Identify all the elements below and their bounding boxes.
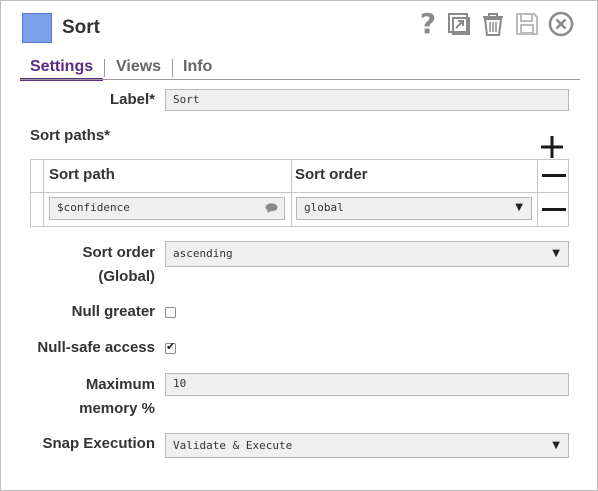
export-icon[interactable] (446, 11, 472, 37)
table-divider (31, 192, 568, 193)
chevron-down-icon: ▼ (552, 440, 560, 451)
null-safe-access-label: Null-safe access (37, 339, 155, 356)
sort-order-global-value: ascending (173, 247, 233, 260)
max-memory-label-line2: memory % (79, 400, 155, 417)
sort-order-global-label-line2: (Global) (98, 268, 155, 285)
sort-path-input[interactable]: $confidence (49, 197, 285, 220)
null-greater-label: Null greater (71, 303, 155, 320)
table-divider (537, 160, 538, 226)
sort-paths-table: Sort path Sort order $confidence global … (30, 159, 569, 227)
column-header-sort-path: Sort path (49, 166, 115, 183)
null-greater-checkbox[interactable] (165, 307, 176, 318)
label-field-label: Label* (109, 91, 155, 108)
tab-info[interactable]: Info (173, 56, 222, 78)
checkmark-icon: ✔ (166, 340, 176, 353)
snap-execution-value: Validate & Execute (173, 439, 293, 452)
dialog-title: Sort (62, 17, 100, 38)
sort-order-global-select[interactable]: ascending ▼ (165, 241, 569, 267)
sort-path-value: $confidence (57, 201, 130, 214)
chevron-down-icon: ▼ (515, 202, 523, 213)
null-safe-access-checkbox[interactable]: ✔ (165, 340, 176, 354)
snap-type-icon (22, 13, 52, 43)
sort-order-global-label: Sort order (Global) (21, 241, 155, 289)
label-input[interactable]: Sort (165, 89, 569, 111)
max-memory-input[interactable]: 10 (165, 373, 569, 396)
sort-order-global-label-line1: Sort order (82, 244, 155, 261)
tab-settings[interactable]: Settings (20, 56, 104, 81)
sort-order-value: global (304, 201, 344, 214)
column-header-sort-order: Sort order (295, 166, 368, 183)
help-icon[interactable]: ? (415, 10, 441, 38)
add-icon[interactable] (539, 134, 565, 160)
chevron-down-icon: ▼ (552, 248, 560, 259)
tab-underline (20, 79, 580, 80)
table-divider (291, 160, 292, 226)
snap-execution-select[interactable]: Validate & Execute ▼ (165, 433, 569, 458)
remove-all-icon[interactable] (542, 174, 566, 177)
tab-divider (104, 59, 105, 77)
save-icon[interactable] (514, 11, 540, 37)
tab-views[interactable]: Views (106, 56, 171, 78)
max-memory-label: Maximum memory % (21, 373, 155, 421)
close-icon[interactable] (548, 11, 574, 37)
sort-paths-label: Sort paths* (30, 127, 111, 144)
table-divider (43, 160, 44, 226)
snap-execution-label: Snap Execution (42, 435, 155, 452)
remove-row-icon[interactable] (542, 208, 566, 211)
delete-icon[interactable] (480, 11, 506, 37)
max-memory-label-line1: Maximum (85, 376, 155, 393)
comment-icon[interactable] (265, 203, 278, 213)
sort-order-select[interactable]: global ▼ (296, 197, 532, 220)
snap-settings-dialog: Sort ? Settings Views Info Label* Sort S… (0, 0, 598, 491)
